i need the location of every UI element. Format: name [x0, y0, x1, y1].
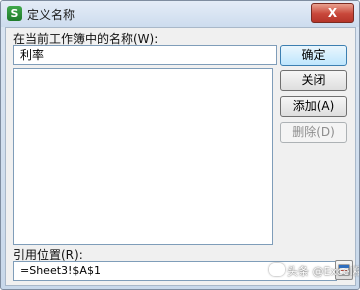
define-name-dialog: S 定义名称 X 在当前工作簿中的名称(W): 利率 确定 关闭 添加(A) 删… [0, 0, 360, 290]
watermark-text: 头条 @Excel精选技巧 [287, 265, 359, 278]
ok-button[interactable]: 确定 [280, 45, 347, 66]
name-input[interactable]: 利率 [13, 45, 277, 65]
watermark: 头条 @Excel精选技巧 [269, 263, 359, 279]
spreadsheet-s-icon: S [7, 6, 22, 21]
close-button[interactable]: 关闭 [280, 70, 347, 91]
add-button[interactable]: 添加(A) [280, 96, 347, 117]
close-window-button[interactable]: X [311, 3, 354, 23]
title-bar[interactable]: S 定义名称 X [1, 1, 359, 27]
dialog-title: 定义名称 [27, 8, 76, 22]
dialog-body: 在当前工作簿中的名称(W): 利率 确定 关闭 添加(A) 删除(D) 引用位置… [5, 27, 356, 286]
delete-button[interactable]: 删除(D) [280, 122, 347, 143]
chat-bubble-icon [269, 263, 285, 276]
defined-names-list[interactable] [13, 68, 273, 245]
